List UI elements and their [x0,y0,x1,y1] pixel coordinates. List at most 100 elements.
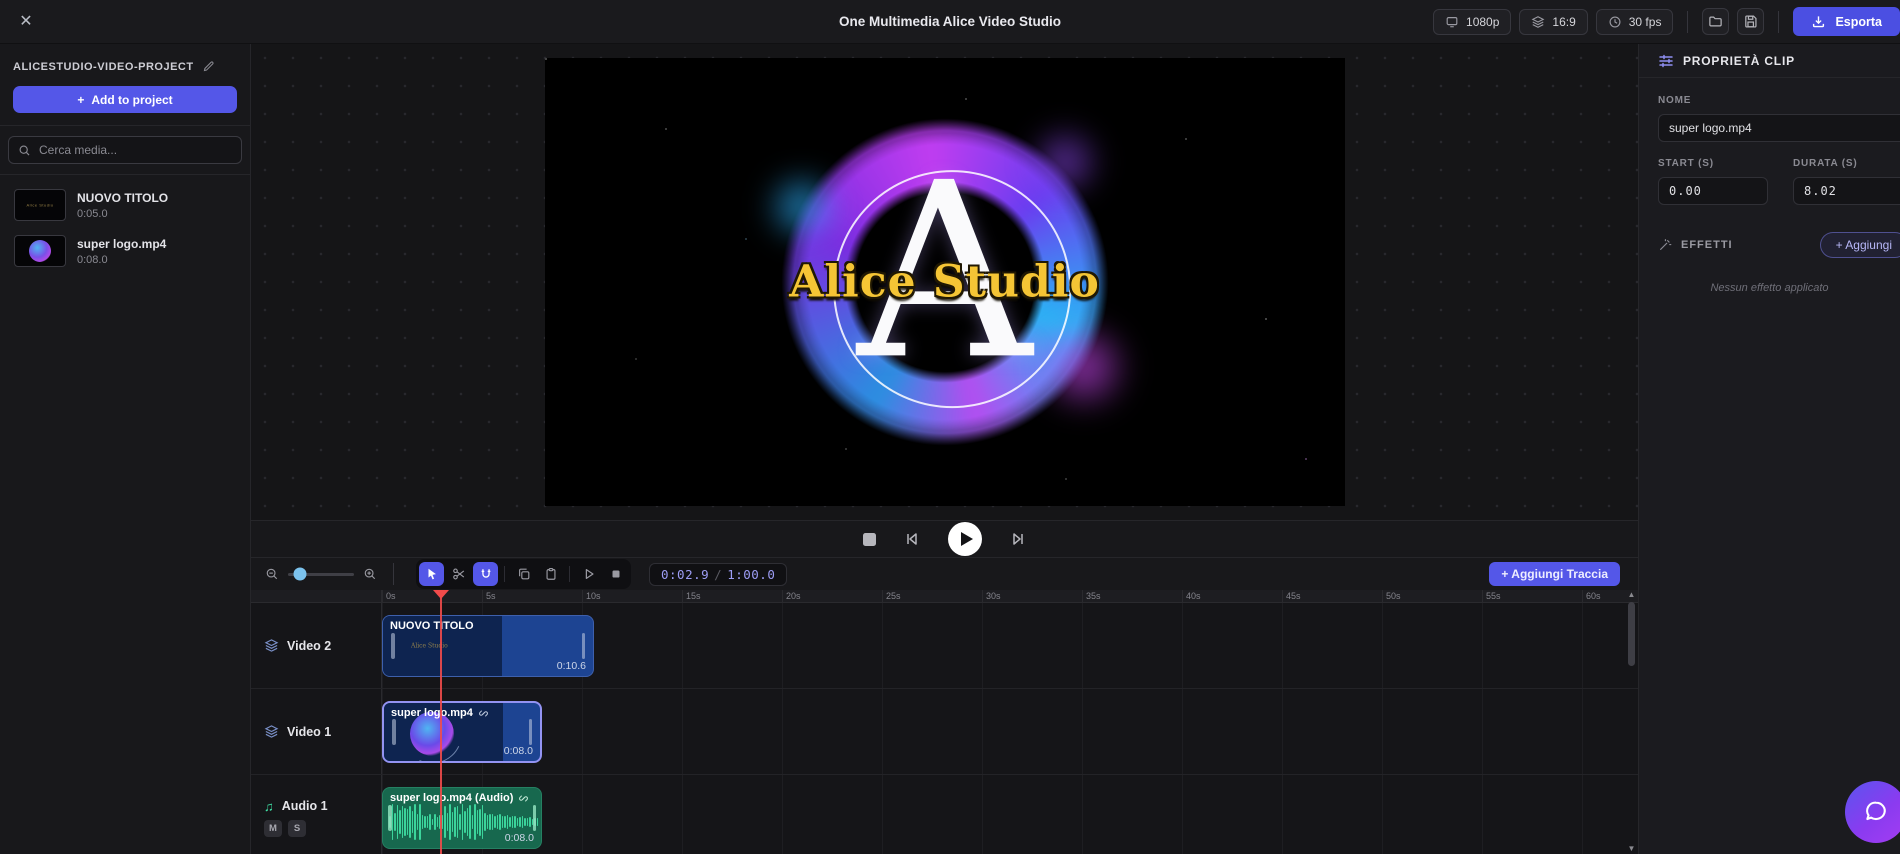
search-input[interactable] [39,143,232,157]
media-list: Alice Studio NUOVO TITOLO 0:05.0 super l… [0,175,250,281]
resolution-value: 1080p [1466,15,1499,29]
timeline-ruler[interactable]: 0s 5s 10s 15s 20s 25s 30s 35s 40s 45s 50… [251,590,1638,603]
ruler-tick: 10s [586,591,601,601]
sliders-icon [1658,53,1674,69]
transport-bar [251,520,1638,557]
clip-nuovo-titolo[interactable]: Alice Studio NUOVO TITOLO 0:10.6 [382,615,594,677]
clip-super-logo[interactable]: super logo.mp4 0:08.0 [382,701,542,763]
framerate-value: 30 fps [1629,15,1662,29]
ruler-tick: 15s [686,591,701,601]
trim-handle-right[interactable] [582,633,586,659]
topbar-actions: 1080p 16:9 30 fps [1433,7,1900,36]
skip-end-button[interactable] [1009,530,1027,548]
media-duration: 0:08.0 [77,254,166,266]
play-button[interactable] [948,522,982,556]
logo-title: Alice Studio [789,257,1100,308]
scrollbar-thumb[interactable] [1628,602,1635,666]
clip-duration-input[interactable] [1793,177,1900,205]
media-item-title[interactable]: Alice Studio NUOVO TITOLO 0:05.0 [12,187,238,223]
chat-fab-button[interactable] [1845,781,1900,843]
ruler-tick: 0s [386,591,396,601]
tool-group [416,559,631,589]
track-video-2: Video 2 Alice Studio NUOVO TITOLO [251,603,1638,689]
timeline-toolbar: 0:02.9/1:00.0 + Aggiungi Traccia [251,557,1638,590]
alice-studio-logo: A Alice Studio [775,112,1115,452]
skip-start-button[interactable] [903,530,921,548]
media-item-logo-video[interactable]: super logo.mp4 0:08.0 [12,233,238,269]
ruler-tick: 30s [986,591,1001,601]
divider [1687,11,1688,33]
trim-handle-right[interactable] [533,805,537,831]
media-duration: 0:05.0 [77,208,168,220]
trim-handle-left[interactable] [388,805,392,831]
add-effect-button[interactable]: + Aggiungi [1820,232,1900,258]
music-note-icon: ♫ [264,799,274,814]
add-to-project-button[interactable]: + Add to project [13,86,237,113]
media-thumbnail [14,235,66,267]
preview-stop-button[interactable] [603,562,628,586]
solo-button[interactable]: S [288,820,306,837]
zoom-in-icon[interactable] [363,567,377,581]
timeline: 0s 5s 10s 15s 20s 25s 30s 35s 40s 45s 50… [251,590,1638,854]
select-tool-button[interactable] [419,562,444,586]
trim-handle-right[interactable] [529,719,533,745]
track-name: Audio 1 [282,799,328,813]
clip-start-input[interactable] [1658,177,1768,205]
play-outline-icon [582,567,596,581]
chat-bubble-icon [1862,798,1890,826]
aspect-ratio-select[interactable]: 16:9 [1519,9,1587,35]
snap-tool-button[interactable] [473,562,498,586]
media-name: NUOVO TITOLO [77,191,168,205]
skip-start-icon [903,530,921,548]
add-to-project-label: Add to project [91,93,172,107]
save-icon [1743,14,1758,29]
copy-button[interactable] [511,562,536,586]
scroll-down-arrow[interactable]: ▼ [1628,844,1636,854]
start-label: START (S) [1658,158,1768,169]
mute-button[interactable]: M [264,820,282,837]
edit-pencil-icon[interactable] [202,60,215,73]
panel-title: PROPRIETÀ CLIP [1683,54,1795,68]
timecode-total: 1:00.0 [727,567,775,582]
paste-button[interactable] [538,562,563,586]
clip-duration: 0:08.0 [504,745,533,757]
trim-handle-left[interactable] [392,719,396,745]
timeline-vertical-scrollbar: ▲ ▼ [1626,590,1637,854]
stop-icon [863,533,876,546]
search-icon [18,144,31,157]
close-button[interactable]: ✕ [14,10,38,34]
cut-tool-button[interactable] [446,562,471,586]
star-specks [545,58,547,60]
zoom-slider-knob[interactable] [294,568,307,581]
scroll-up-arrow[interactable]: ▲ [1628,590,1636,600]
skip-end-icon [1009,530,1027,548]
save-project-button[interactable] [1737,8,1764,35]
ruler-tick: 20s [786,591,801,601]
ruler-tick: 60s [1586,591,1601,601]
trim-handle-left[interactable] [391,633,395,659]
no-effects-message: Nessun effetto applicato [1658,282,1900,294]
magnet-icon [479,567,493,581]
preview-play-button[interactable] [576,562,601,586]
duration-label: DURATA (S) [1793,158,1900,169]
export-button[interactable]: Esporta [1793,7,1900,36]
framerate-select[interactable]: 30 fps [1596,9,1674,35]
folder-icon [1708,14,1723,29]
playhead-handle[interactable] [433,590,449,599]
project-name: ALICESTUDIO-VIDEO-PROJECT [13,61,194,73]
plus-icon: + [77,93,84,107]
clip-super-logo-audio[interactable]: super logo.mp4 (Audio) 0:08.0 [382,787,542,849]
zoom-out-icon[interactable] [265,567,279,581]
ruler-tick: 55s [1486,591,1501,601]
clip-label: super logo.mp4 [391,707,473,719]
link-icon [518,793,529,804]
timecode-current: 0:02.9 [661,567,709,582]
open-project-button[interactable] [1702,8,1729,35]
stop-button[interactable] [863,533,876,546]
resolution-select[interactable]: 1080p [1433,9,1511,35]
clip-name-input[interactable] [1658,114,1900,142]
magic-wand-icon [1658,238,1672,252]
zoom-slider[interactable] [288,573,354,576]
layers-icon [264,638,279,653]
add-track-button[interactable]: + Aggiungi Traccia [1489,562,1620,586]
